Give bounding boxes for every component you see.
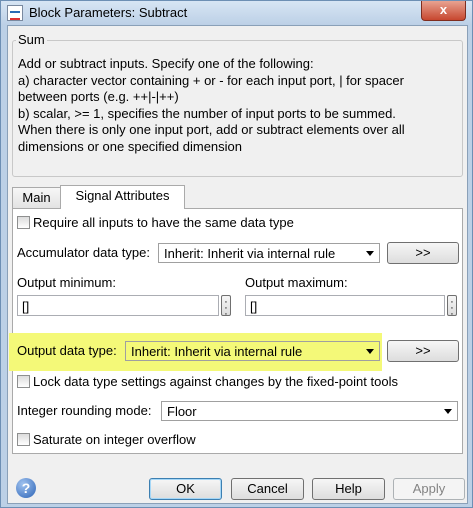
output-type-assistant-button[interactable]: >> [387, 340, 459, 362]
accumulator-assistant-button[interactable]: >> [387, 242, 459, 264]
output-type-label: Output data type: [17, 343, 117, 358]
description-line: a) character vector containing + or - fo… [18, 72, 404, 88]
output-maximum-label: Output maximum: [245, 275, 348, 290]
description-line: Add or subtract inputs. Specify one of t… [18, 56, 314, 71]
rounding-mode-label: Integer rounding mode: [17, 403, 152, 418]
tab-signal-attributes[interactable]: Signal Attributes [60, 185, 185, 209]
ok-button[interactable]: OK [149, 478, 222, 500]
window-title: Block Parameters: Subtract [29, 5, 188, 20]
output-type-select[interactable]: Inherit: Inherit via internal rule [125, 341, 380, 361]
chevron-down-icon [366, 349, 374, 354]
rounding-mode-value: Floor [167, 404, 197, 419]
output-maximum-input[interactable]: [] [245, 295, 445, 316]
chevron-down-icon [444, 409, 452, 414]
require-same-type-label: Require all inputs to have the same data… [33, 215, 294, 230]
output-maximum-value: [] [250, 299, 258, 314]
chevron-down-icon [366, 251, 374, 256]
saturate-checkbox[interactable] [17, 433, 30, 446]
output-type-value: Inherit: Inherit via internal rule [131, 344, 303, 359]
help-icon[interactable]: ? [16, 478, 36, 498]
output-minimum-menu-button[interactable]: · · · [221, 295, 231, 320]
signal-attributes-panel: Require all inputs to have the same data… [9, 208, 463, 454]
title-bar[interactable]: Block Parameters: Subtract x [1, 1, 472, 25]
lock-type-label: Lock data type settings against changes … [33, 374, 398, 389]
dialog-body: Sum Add or subtract inputs. Specify one … [7, 25, 468, 504]
accumulator-label: Accumulator data type: [17, 245, 150, 260]
help-button[interactable]: Help [312, 478, 385, 500]
output-minimum-value: [] [22, 299, 30, 314]
accumulator-type-value: Inherit: Inherit via internal rule [164, 246, 336, 261]
description-line: dimensions or one specified dimension [18, 138, 243, 154]
output-minimum-input[interactable]: [] [17, 295, 219, 316]
simulink-app-icon [7, 5, 23, 21]
apply-button[interactable]: Apply [393, 478, 465, 500]
require-same-type-checkbox[interactable] [17, 216, 30, 229]
tab-main[interactable]: Main [12, 187, 61, 208]
rounding-mode-select[interactable]: Floor [161, 401, 458, 421]
group-title: Sum [16, 32, 47, 47]
block-description: Add or subtract inputs. Specify one of t… [18, 56, 458, 155]
cancel-button[interactable]: Cancel [231, 478, 304, 500]
saturate-label: Saturate on integer overflow [33, 432, 196, 447]
lock-type-checkbox[interactable] [17, 375, 30, 388]
description-line: When there is only one input port, add o… [18, 122, 405, 137]
description-line: b) scalar, >= 1, specifies the number of… [18, 105, 396, 121]
accumulator-type-select[interactable]: Inherit: Inherit via internal rule [158, 243, 380, 263]
dialog-window: Block Parameters: Subtract x Sum Add or … [0, 0, 473, 508]
output-maximum-menu-button[interactable]: · · · [447, 295, 457, 320]
output-minimum-label: Output minimum: [17, 275, 116, 290]
description-line: between ports (e.g. ++|-|++) [18, 89, 179, 104]
close-button[interactable]: x [421, 1, 466, 21]
